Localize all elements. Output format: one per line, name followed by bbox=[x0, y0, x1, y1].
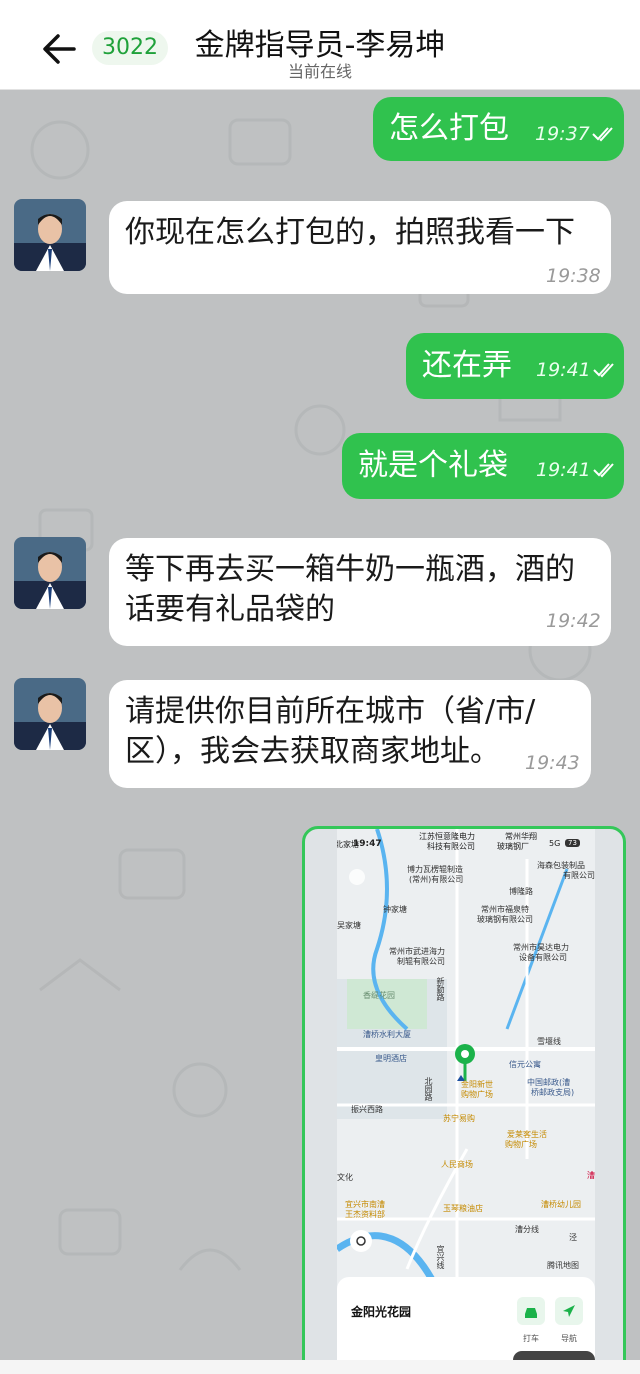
message-time: 19:43 bbox=[525, 752, 580, 774]
map-label: 腾讯地图 bbox=[547, 1261, 579, 1270]
image-message[interactable]: 北家塘 19:47 江苏恒意隆电力 科技有限公司 常州华翔 玻璃钢厂 5G 73… bbox=[302, 826, 626, 1360]
map-label: 博隆路 bbox=[509, 887, 533, 896]
message-text: 等下再去买一箱牛奶一瓶酒，酒的 bbox=[125, 552, 575, 587]
map-poi-label: 购物广场 bbox=[505, 1140, 537, 1149]
map-label: 北园路 bbox=[424, 1077, 433, 1101]
location-name: 金阳光花园 bbox=[351, 1305, 412, 1319]
car-icon bbox=[525, 1308, 537, 1318]
location-sheet: 金阳光花园 打车 导航 bbox=[337, 1277, 595, 1360]
message-bubble-incoming[interactable]: 请提供你目前所在城市（省/市/ 区），我会去获取商家地址。 19:43 bbox=[109, 680, 591, 788]
agent-avatar[interactable] bbox=[14, 199, 86, 271]
status-battery: 73 bbox=[565, 839, 580, 847]
status-time: 19:47 bbox=[353, 839, 382, 849]
double-check-icon bbox=[593, 363, 614, 378]
map-label: 雪堰线 bbox=[537, 1037, 561, 1046]
map-label: 海森包装制品 bbox=[537, 861, 585, 870]
map-poi-label: 苏宁易购 bbox=[443, 1114, 475, 1123]
double-check-icon bbox=[593, 463, 614, 478]
map-label: 吴家塘 bbox=[337, 921, 361, 930]
sheet-pill bbox=[513, 1351, 595, 1360]
message-bubble-incoming[interactable]: 你现在怎么打包的，拍照我看一下 19:38 bbox=[109, 201, 611, 294]
message-text: 你现在怎么打包的，拍照我看一下 bbox=[125, 215, 575, 250]
map-screenshot: 北家塘 19:47 江苏恒意隆电力 科技有限公司 常州华翔 玻璃钢厂 5G 73… bbox=[337, 829, 595, 1360]
message-time: 19:41 bbox=[536, 459, 591, 481]
message-text: 就是个礼袋 bbox=[358, 448, 508, 483]
map-poi-label: 桥邮政支局) bbox=[531, 1088, 575, 1097]
message-time: 19:38 bbox=[546, 265, 601, 287]
map-label: (常州)有限公司 bbox=[409, 875, 464, 884]
message-bubble-outgoing[interactable]: 还在弄 19:41 bbox=[406, 333, 624, 399]
message-text: 区），我会去获取商家地址。 bbox=[125, 734, 500, 769]
map-label: 钟家塘 bbox=[383, 905, 407, 914]
map-poi-label: 皇明酒店 bbox=[375, 1054, 407, 1063]
taxi-label: 打车 bbox=[523, 1334, 539, 1343]
map-label: 漕分线 bbox=[515, 1225, 539, 1234]
map-label: 常州市昊达电力 bbox=[513, 943, 569, 952]
map-poi-label: 人民商场 bbox=[441, 1160, 473, 1169]
phone-status-bar: 北家塘 19:47 江苏恒意隆电力 科技有限公司 常州华翔 玻璃钢厂 5G 73 bbox=[337, 829, 595, 859]
map-label: 漕 bbox=[587, 1171, 595, 1180]
input-bar-edge bbox=[0, 1360, 640, 1374]
message-text: 请提供你目前所在城市（省/市/ bbox=[125, 694, 536, 729]
message-time: 19:37 bbox=[535, 123, 590, 145]
chat-header: 3022 金牌指导员-李易坤 当前在线 bbox=[0, 0, 640, 90]
map-label: 玻璃钢厂 bbox=[497, 842, 529, 851]
map-poi-label: 漕桥水利大厦 bbox=[363, 1030, 411, 1039]
map-label: 宜兴线 bbox=[436, 1245, 445, 1269]
map-label: 设备有限公司 bbox=[519, 953, 567, 962]
message-bubble-incoming[interactable]: 等下再去买一箱牛奶一瓶酒，酒的 话要有礼品袋的 19:42 bbox=[109, 538, 611, 646]
map-label: 博力瓦楞辊制造 bbox=[407, 865, 463, 874]
taxi-button bbox=[517, 1297, 545, 1325]
message-bubble-outgoing[interactable]: 就是个礼袋 19:41 bbox=[342, 433, 624, 499]
map-label: 泾 bbox=[569, 1233, 577, 1242]
map-poi-label: 玉琴粮油店 bbox=[443, 1204, 483, 1213]
map-label: 文化 bbox=[337, 1173, 353, 1182]
navigation-arrow-icon bbox=[563, 1305, 575, 1317]
chat-area[interactable]: 怎么打包 19:37 你现在怎么打包的，拍照我看一下 19:38 还在弄 19:… bbox=[0, 90, 640, 1360]
message-bubble-outgoing[interactable]: 怎么打包 19:37 bbox=[373, 97, 624, 161]
map-label: 有限公司 bbox=[563, 871, 595, 880]
map-label: 制辊有限公司 bbox=[397, 957, 445, 966]
map-poi-label: 购物广场 bbox=[461, 1090, 493, 1099]
agent-avatar[interactable] bbox=[14, 537, 86, 609]
map-label: 新勤路 bbox=[436, 977, 445, 1001]
message-time: 19:42 bbox=[546, 610, 601, 632]
map-poi-label: 王杰资料部 bbox=[345, 1210, 385, 1219]
navigate-button bbox=[555, 1297, 583, 1325]
agent-avatar[interactable] bbox=[14, 678, 86, 750]
map-label: 振兴西路 bbox=[351, 1105, 383, 1114]
map-poi-label: 漕桥幼儿园 bbox=[541, 1200, 581, 1209]
message-text: 还在弄 bbox=[422, 348, 512, 383]
status-network: 5G bbox=[549, 839, 561, 848]
map-label: 常州市武进海力 bbox=[389, 947, 445, 956]
map-label: 常州市福泉特 bbox=[481, 905, 529, 914]
message-time: 19:41 bbox=[536, 359, 591, 381]
message-text: 怎么打包 bbox=[389, 111, 509, 146]
online-status: 当前在线 bbox=[287, 62, 352, 81]
navigate-label: 导航 bbox=[561, 1334, 577, 1343]
double-check-icon bbox=[592, 127, 613, 142]
map-poi-label: 信元公寓 bbox=[509, 1060, 541, 1069]
map-label: 玻璃钢有限公司 bbox=[477, 915, 533, 924]
message-text: 话要有礼品袋的 bbox=[125, 592, 335, 627]
map-label: 香缇花园 bbox=[363, 991, 395, 1000]
map-label: 科技有限公司 bbox=[427, 842, 475, 851]
